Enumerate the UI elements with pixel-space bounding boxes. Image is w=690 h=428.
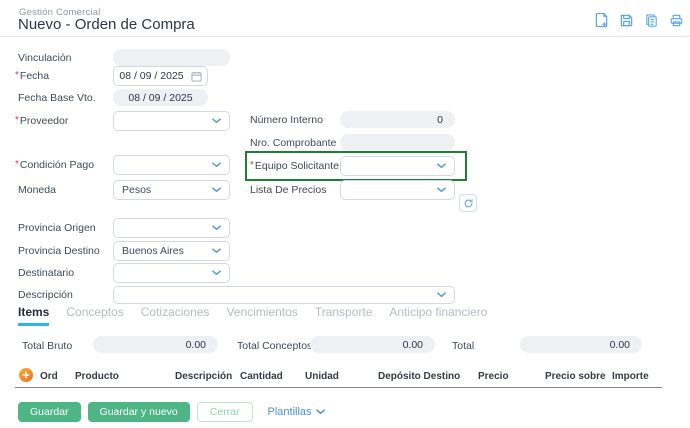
cerrar-button[interactable]: Cerrar (197, 402, 253, 422)
proveedor-label: *Proveedor (15, 115, 68, 127)
required-marker: * (15, 115, 19, 126)
tab-vencimientos[interactable]: Vencimientos (226, 305, 297, 323)
tab-transporte[interactable]: Transporte (315, 305, 373, 323)
fecha-base-vto-field: 08 / 09 / 2025 (113, 89, 208, 106)
descripcion-label: Descripción (18, 289, 73, 301)
moneda-label: Moneda (18, 184, 56, 196)
fecha-date-input[interactable]: 08 / 09 / 2025 (113, 66, 208, 86)
col-header-ord: Ord (40, 371, 58, 382)
numero-interno-label: Número Interno (250, 114, 323, 126)
lista-de-precios-label: Lista De Precios (250, 184, 326, 196)
guardar-y-nuevo-button[interactable]: Guardar y nuevo (88, 402, 190, 422)
provincia-destino-label: Provincia Destino (18, 245, 100, 257)
fecha-value: 08 / 09 / 2025 (119, 70, 183, 82)
tab-conceptos[interactable]: Conceptos (66, 305, 123, 323)
col-header-deposito-destino: Depósito Destino (378, 371, 460, 382)
nro-comprobante-field (340, 134, 455, 151)
total-label: Total (452, 340, 474, 352)
page-title: Nuevo - Orden de Compra (18, 16, 195, 33)
header-divider (0, 36, 690, 37)
chevron-down-icon (212, 225, 221, 231)
guardar-button[interactable]: Guardar (18, 402, 81, 422)
refresh-button[interactable] (459, 194, 477, 212)
save-icon[interactable] (618, 12, 634, 28)
chevron-down-icon (212, 248, 221, 254)
destinatario-select[interactable] (113, 263, 230, 283)
proveedor-select[interactable] (113, 111, 230, 131)
provincia-destino-select[interactable]: Buenos Aires (113, 241, 230, 261)
chevron-down-icon (316, 409, 325, 415)
total-bruto-field: 0.00 (93, 336, 218, 353)
total-field: 0.00 (520, 336, 642, 353)
plus-icon (22, 371, 30, 379)
chevron-down-icon (212, 187, 221, 193)
vinculacion-field (113, 49, 230, 66)
nro-comprobante-label: Nro. Comprobante (250, 137, 336, 149)
total-conceptos-label: Total Conceptos (237, 340, 312, 352)
col-header-cantidad: Cantidad (240, 371, 283, 382)
chevron-down-icon (212, 270, 221, 276)
tab-cotizaciones[interactable]: Cotizaciones (141, 305, 210, 323)
chevron-down-icon (437, 187, 446, 193)
col-header-precio-sobre: Precio sobre (545, 371, 606, 382)
table-header-divider (15, 387, 662, 388)
equipo-solicitante-label: *Equipo Solicitante (250, 160, 339, 172)
copy-icon[interactable] (643, 12, 659, 28)
plantillas-link[interactable]: Plantillas (268, 406, 325, 418)
col-header-importe: Importe (612, 371, 649, 382)
chevron-down-icon (437, 163, 446, 169)
moneda-select[interactable]: Pesos (113, 180, 230, 200)
required-marker: * (15, 70, 19, 81)
col-header-precio: Precio (478, 371, 509, 382)
chevron-down-icon (212, 118, 221, 124)
required-marker: * (15, 159, 19, 170)
add-item-button[interactable] (19, 368, 33, 382)
condicion-pago-select[interactable] (113, 155, 230, 175)
tab-anticipo-financiero[interactable]: Anticipo financiero (389, 305, 487, 323)
chevron-down-icon (212, 162, 221, 168)
descripcion-select[interactable] (113, 286, 455, 304)
new-document-icon[interactable] (593, 12, 609, 28)
equipo-solicitante-select[interactable] (340, 156, 455, 176)
fecha-label: *Fecha (15, 70, 49, 82)
required-marker: * (250, 160, 254, 171)
total-conceptos-field: 0.00 (310, 336, 435, 353)
col-header-producto: Producto (75, 371, 119, 382)
vinculacion-label: Vinculación (18, 52, 72, 64)
total-bruto-label: Total Bruto (22, 340, 72, 352)
tab-items[interactable]: Items (18, 305, 49, 326)
calendar-icon (191, 71, 202, 82)
col-header-unidad: Unidad (305, 371, 339, 382)
purchase-order-page: Gestión Comercial Nuevo - Orden de Compr… (0, 0, 690, 428)
numero-interno-field: 0 (340, 111, 455, 128)
chevron-down-icon (437, 292, 446, 298)
provincia-origen-select[interactable] (113, 218, 230, 238)
col-header-descripcion: Descripción (175, 371, 232, 382)
provincia-origen-label: Provincia Origen (18, 222, 96, 234)
fecha-base-vto-label: Fecha Base Vto. (18, 92, 96, 104)
refresh-icon (463, 198, 474, 209)
detail-tabs: Items Conceptos Cotizaciones Vencimiento… (18, 305, 487, 326)
destinatario-label: Destinatario (18, 267, 74, 279)
header-actions (593, 12, 684, 28)
print-icon[interactable] (668, 12, 684, 28)
condicion-pago-label: *Condición Pago (15, 159, 94, 171)
footer-actions: Guardar Guardar y nuevo Cerrar Plantilla… (18, 402, 325, 422)
lista-de-precios-select[interactable] (340, 180, 455, 200)
